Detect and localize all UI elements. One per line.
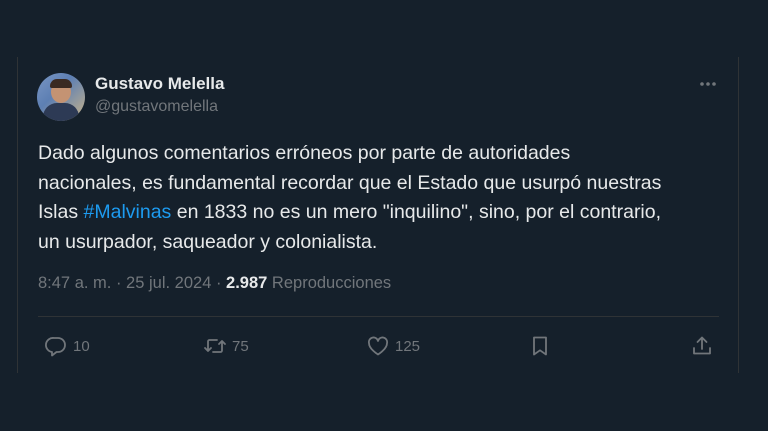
heart-icon <box>367 336 389 356</box>
author-name[interactable]: Gustavo Melella <box>95 74 224 94</box>
author-handle[interactable]: @gustavomelella <box>95 98 218 116</box>
avatar[interactable] <box>37 73 85 121</box>
like-button[interactable]: 125 <box>366 333 420 359</box>
hashtag-link[interactable]: #Malvinas <box>84 201 172 223</box>
tweet-line: nacionales, es fundamental recordar que … <box>38 171 662 194</box>
like-count: 125 <box>395 337 421 355</box>
share-button[interactable] <box>690 333 714 359</box>
tweet-time[interactable]: 8:47 a. m. <box>38 274 111 292</box>
tweet-meta: 8:47 a. m. · 25 jul. 2024 · 2.987 Reprod… <box>38 274 391 293</box>
divider <box>38 316 719 317</box>
tweet-line: un usurpador, saqueador y colonialista. <box>38 230 378 253</box>
more-icon[interactable] <box>697 74 719 94</box>
bookmark-icon <box>533 336 547 356</box>
avatar-shirt <box>43 103 79 121</box>
retweet-button[interactable]: 75 <box>203 333 249 359</box>
tweet-text-fragment: en 1833 no es un mero "inquilino", sino,… <box>171 201 662 223</box>
views-count: 2.987 <box>226 274 268 292</box>
tweet-line: Islas #Malvinas en 1833 no es un mero "i… <box>38 198 728 228</box>
retweet-icon <box>204 339 226 353</box>
reply-count: 10 <box>73 337 90 355</box>
bookmark-button[interactable] <box>528 333 552 359</box>
meta-separator: · <box>111 274 127 292</box>
tweet-date[interactable]: 25 jul. 2024 <box>126 274 211 292</box>
tweet-text: Dado algunos comentarios erróneos por pa… <box>38 139 728 257</box>
retweet-count: 75 <box>232 337 249 355</box>
tweet-line: Dado algunos comentarios erróneos por pa… <box>38 142 571 164</box>
reply-icon <box>45 337 66 357</box>
avatar-hair <box>50 79 72 88</box>
tweet-text-fragment: Islas <box>38 201 84 223</box>
views-label: Reproducciones <box>267 274 392 292</box>
share-icon <box>693 336 711 355</box>
meta-separator: · <box>211 274 227 292</box>
reply-button[interactable]: 10 <box>44 333 90 359</box>
